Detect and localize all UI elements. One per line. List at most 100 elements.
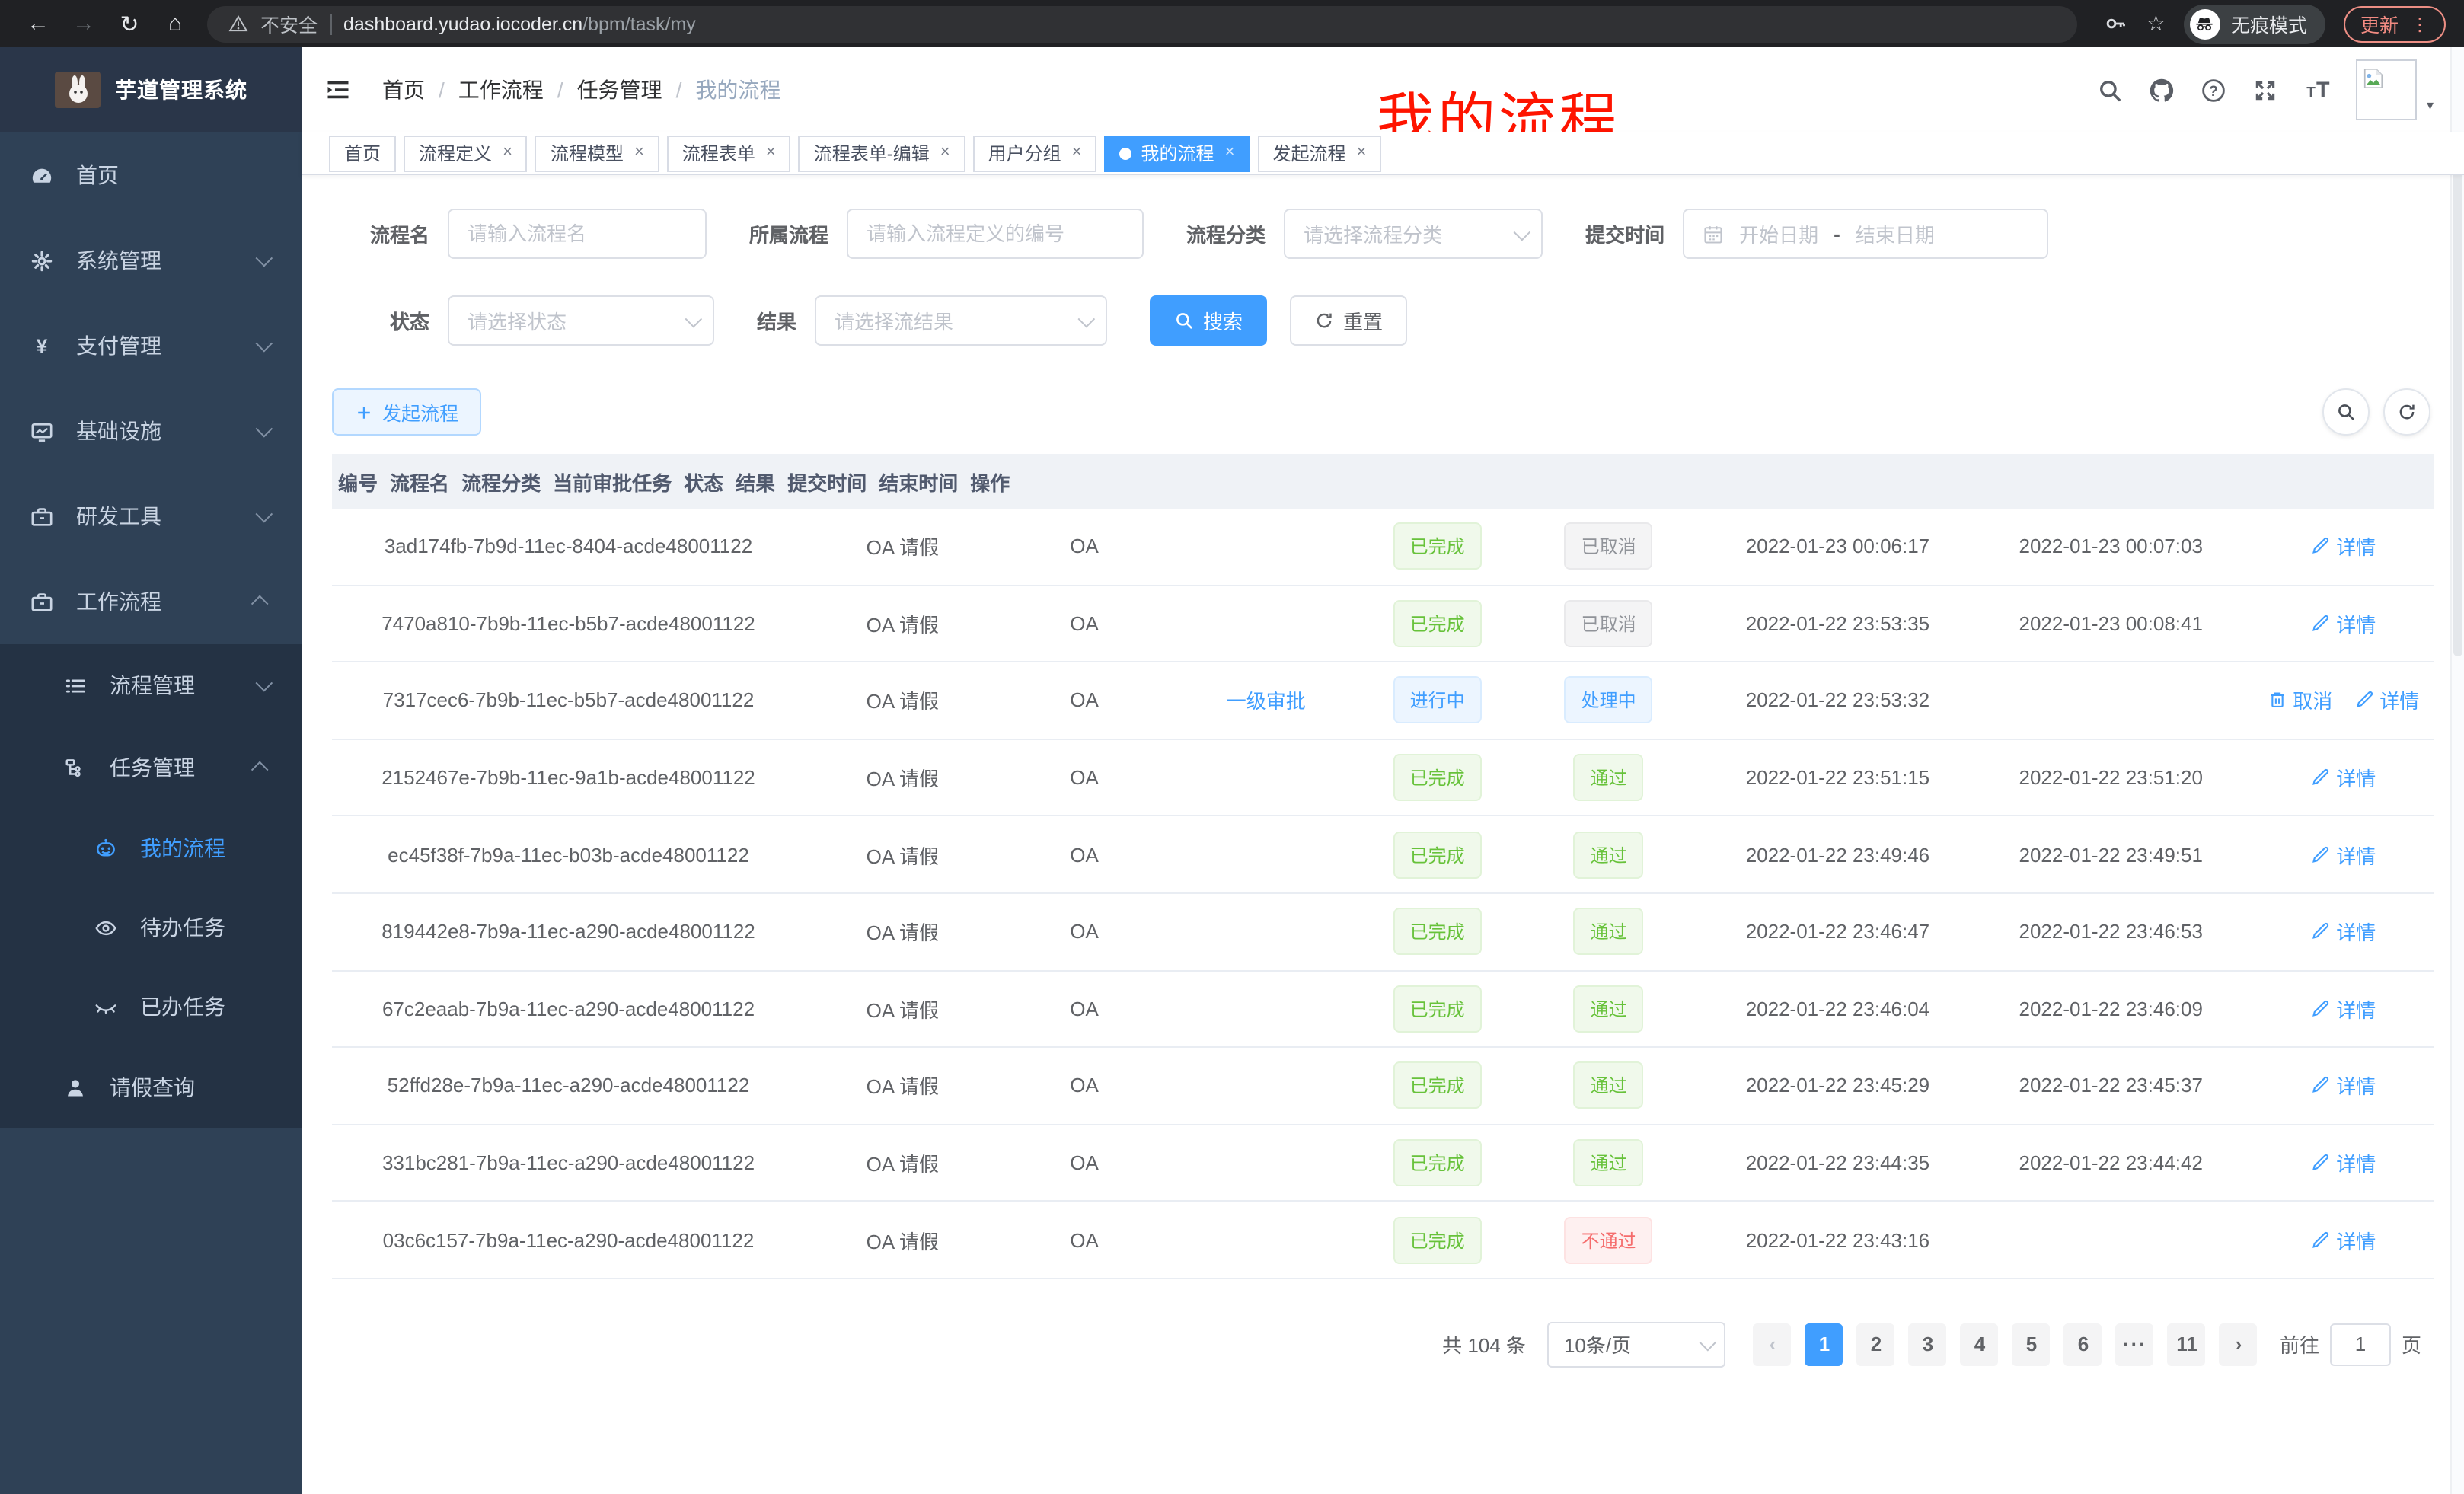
page-button[interactable]: 2	[1857, 1323, 1895, 1366]
app-logo[interactable]: 芋道管理系统	[0, 47, 302, 132]
row-action-link[interactable]: 取消	[2267, 686, 2332, 715]
sidebar-item[interactable]: 系统管理	[0, 218, 302, 303]
home-icon[interactable]: ⌂	[155, 4, 195, 43]
sidebar-item[interactable]: 工作流程	[0, 559, 302, 644]
scrollbar-thumb[interactable]	[2453, 154, 2462, 656]
update-button[interactable]: 更新 ⋮	[2344, 5, 2446, 42]
row-action-link[interactable]: 详情	[2354, 686, 2419, 715]
page-button[interactable]: 3	[1909, 1323, 1947, 1366]
forward-icon[interactable]: →	[64, 4, 104, 43]
font-size-icon[interactable]	[2305, 77, 2331, 103]
close-icon[interactable]: ×	[1225, 145, 1235, 161]
end-date-placeholder: 结束日期	[1856, 219, 1935, 248]
page-scrollbar[interactable]	[2450, 47, 2464, 1494]
sidebar-item[interactable]: 流程管理	[0, 644, 302, 726]
category-select[interactable]: 请选择流程分类	[1284, 209, 1543, 259]
tab[interactable]: 用户分组 ×	[973, 135, 1097, 171]
tab[interactable]: 流程定义 ×	[404, 135, 528, 171]
process-def-input[interactable]	[847, 209, 1144, 259]
sidebar-item-label: 系统管理	[76, 245, 161, 276]
tab[interactable]: 流程表单-编辑 ×	[799, 135, 965, 171]
cell-submit-time: 2022-01-22 23:43:16	[1706, 1228, 1969, 1251]
row-action-link[interactable]: 详情	[2310, 609, 2376, 638]
table-row: 331bc281-7b9a-11ec-a290-acde48001122 OA …	[332, 1125, 2434, 1202]
cell-process-name: OA 请假	[805, 763, 1001, 792]
page-button[interactable]: 11	[2168, 1323, 2206, 1366]
warning-icon	[228, 14, 248, 34]
goto-prefix-label: 前往	[2280, 1330, 2319, 1359]
row-action-link[interactable]: 详情	[2310, 994, 2376, 1023]
process-name-input[interactable]	[448, 209, 707, 259]
status-select[interactable]: 请选择状态	[448, 295, 714, 346]
tab[interactable]: 流程表单 ×	[667, 135, 791, 171]
close-icon[interactable]: ×	[766, 145, 776, 161]
sidebar-item[interactable]: 任务管理	[0, 726, 302, 809]
bookmark-star-icon[interactable]: ☆	[2146, 11, 2166, 37]
close-icon[interactable]: ×	[634, 145, 644, 161]
search-button[interactable]: 搜索	[1150, 295, 1267, 346]
breadcrumb-item[interactable]: 我的流程	[695, 75, 780, 105]
address-bar[interactable]: 不安全 dashboard.yudao.iocoder.cn/bpm/task/…	[207, 5, 2078, 42]
tab-label: 首页	[344, 140, 381, 166]
cell-status: 已完成	[1364, 1216, 1511, 1263]
row-action-link[interactable]: 详情	[2310, 840, 2376, 869]
breadcrumb-item[interactable]: 任务管理	[577, 75, 696, 105]
page-button[interactable]: 6	[2064, 1323, 2102, 1366]
sidebar-toggle-button[interactable]	[324, 73, 358, 107]
sidebar-item[interactable]: 我的流程	[0, 809, 302, 888]
breadcrumb-item[interactable]: 工作流程	[458, 75, 577, 105]
row-action-link[interactable]: 详情	[2310, 763, 2376, 792]
tab[interactable]: 首页 ×	[329, 135, 396, 171]
browser-menu-icon[interactable]: ⋮	[2411, 13, 2429, 34]
submit-time-range-picker[interactable]: 开始日期 - 结束日期	[1683, 209, 2048, 259]
toggle-search-button[interactable]	[2322, 388, 2370, 436]
close-icon[interactable]: ×	[940, 145, 950, 161]
search-icon[interactable]	[2098, 77, 2124, 103]
result-select[interactable]: 请选择流结果	[815, 295, 1107, 346]
close-icon[interactable]: ×	[1356, 145, 1366, 161]
fullscreen-icon[interactable]	[2253, 77, 2279, 103]
cell-category: OA	[1001, 612, 1169, 635]
sidebar-item[interactable]: 研发工具	[0, 474, 302, 559]
breadcrumb-item[interactable]: 首页	[382, 75, 458, 105]
reload-icon[interactable]: ↻	[110, 4, 149, 43]
row-action-link[interactable]: 详情	[2310, 918, 2376, 947]
row-action-link[interactable]: 详情	[2310, 1148, 2376, 1177]
tab[interactable]: 我的流程 ×	[1105, 135, 1250, 171]
page-button[interactable]: 5	[2012, 1323, 2051, 1366]
prev-page-button[interactable]: ‹	[1754, 1323, 1792, 1366]
page-button[interactable]: 4	[1961, 1323, 1999, 1366]
reset-button[interactable]: 重置	[1290, 295, 1407, 346]
back-icon[interactable]: ←	[18, 4, 58, 43]
row-action-link[interactable]: 详情	[2310, 1225, 2376, 1254]
sidebar-item[interactable]: 首页	[0, 132, 302, 218]
goto-page-input[interactable]	[2330, 1323, 2391, 1366]
close-icon[interactable]: ×	[1072, 145, 1082, 161]
page-size-select[interactable]: 10条/页	[1547, 1322, 1725, 1368]
sidebar-item[interactable]: 待办任务	[0, 888, 302, 967]
caret-down-icon[interactable]: ▾	[2427, 97, 2434, 120]
create-process-button[interactable]: 发起流程	[332, 388, 481, 436]
sidebar-item[interactable]: 支付管理	[0, 303, 302, 388]
trash-icon	[2267, 691, 2287, 710]
key-icon[interactable]	[2105, 12, 2128, 35]
chevron-icon	[256, 675, 273, 692]
tab[interactable]: 发起流程 ×	[1257, 135, 1381, 171]
help-icon[interactable]	[2201, 77, 2227, 103]
tab[interactable]: 流程模型 ×	[535, 135, 659, 171]
page-button[interactable]: 1	[1805, 1323, 1843, 1366]
sidebar-item[interactable]: 基础设施	[0, 388, 302, 474]
tab-label: 用户分组	[988, 140, 1061, 166]
sidebar-item[interactable]: 请假查询	[0, 1046, 302, 1128]
close-icon[interactable]: ×	[503, 145, 512, 161]
avatar[interactable]	[2357, 59, 2418, 120]
row-action-link[interactable]: 详情	[2310, 1071, 2376, 1100]
sidebar: 芋道管理系统 首页 系统管理 支付管理	[0, 47, 302, 1494]
github-icon[interactable]	[2150, 77, 2175, 103]
refresh-table-button[interactable]	[2383, 388, 2430, 436]
sidebar-item[interactable]: 已办任务	[0, 967, 302, 1046]
row-action-link[interactable]: 详情	[2310, 532, 2376, 561]
next-page-button[interactable]: ›	[2220, 1323, 2258, 1366]
page-button[interactable]: ···	[2116, 1323, 2154, 1366]
task-link[interactable]: 一级审批	[1227, 686, 1306, 715]
